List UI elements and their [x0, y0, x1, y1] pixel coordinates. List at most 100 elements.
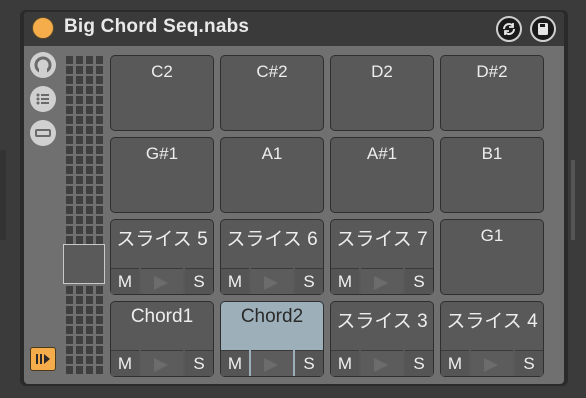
play-chains-icon: [36, 354, 50, 364]
mute-button[interactable]: M: [331, 350, 359, 376]
pad-label: C2: [151, 62, 173, 81]
overview-cell: [96, 116, 103, 124]
overview-cell: [86, 366, 93, 374]
drum-pad[interactable]: Chord1 M S: [110, 301, 214, 377]
drum-pad[interactable]: C2: [110, 55, 214, 131]
overview-cell: [86, 116, 93, 124]
play-icon: [264, 358, 278, 372]
preview-play-button[interactable]: [141, 268, 183, 294]
save-button[interactable]: [530, 16, 556, 42]
mute-button[interactable]: M: [221, 350, 249, 376]
pad-controls: MS: [221, 266, 323, 294]
mute-button[interactable]: M: [331, 268, 359, 294]
overview-cell: [86, 86, 93, 94]
macro-dial-button[interactable]: [30, 52, 56, 78]
overview-cell: [86, 156, 93, 164]
overview-cell: [66, 196, 73, 204]
overview-cell: [66, 76, 73, 84]
refresh-button[interactable]: [496, 16, 522, 42]
right-scrollbar[interactable]: [571, 160, 575, 240]
pad-label: Chord2: [240, 306, 304, 327]
overview-cell: [66, 346, 73, 354]
solo-button[interactable]: S: [295, 350, 323, 376]
show-chains-button[interactable]: [30, 347, 56, 371]
pad-label: C#2: [256, 62, 288, 81]
overview-cell: [96, 56, 103, 64]
drum-pad[interactable]: A1: [220, 137, 324, 213]
solo-button[interactable]: S: [185, 268, 213, 294]
overview-cell: [76, 236, 83, 244]
drum-pad[interactable]: G1: [440, 219, 544, 295]
pad-label: A#1: [366, 144, 398, 163]
solo-button[interactable]: S: [405, 350, 433, 376]
drum-pad[interactable]: C#2: [220, 55, 324, 131]
mute-button[interactable]: M: [441, 350, 469, 376]
overview-cell: [76, 116, 83, 124]
list-icon: [36, 93, 49, 105]
collapse-button[interactable]: [30, 120, 56, 146]
preview-play-button[interactable]: [361, 268, 403, 294]
overview-cell: [96, 206, 103, 214]
overview-cell: [86, 216, 93, 224]
overview-cell: [96, 196, 103, 204]
pad-label: スライス 4: [446, 311, 538, 332]
preview-play-button[interactable]: [251, 350, 293, 376]
drum-pad[interactable]: B1: [440, 137, 544, 213]
solo-button[interactable]: S: [405, 268, 433, 294]
play-icon: [374, 276, 388, 290]
solo-button[interactable]: S: [515, 350, 543, 376]
preview-play-button[interactable]: [471, 350, 513, 376]
overview-cell: [76, 136, 83, 144]
overview-cell: [86, 326, 93, 334]
overview-cell: [76, 76, 83, 84]
drum-pad[interactable]: G#1: [110, 137, 214, 213]
solo-button[interactable]: S: [185, 350, 213, 376]
mute-button[interactable]: M: [221, 268, 249, 294]
overview-cell: [96, 216, 103, 224]
overview-cell: [86, 166, 93, 174]
overview-cell: [96, 156, 103, 164]
pad-controls: MS: [441, 348, 543, 376]
overview-cell: [96, 166, 103, 174]
drum-pad[interactable]: スライス 7MS: [330, 219, 434, 295]
overview-cell: [66, 296, 73, 304]
device-activator-toggle[interactable]: [32, 17, 54, 39]
overview-cell: [96, 326, 103, 334]
mute-button[interactable]: M: [111, 268, 139, 294]
pad-label: スライス 3: [336, 311, 428, 332]
overview-cell: [66, 226, 73, 234]
overview-cell: [76, 286, 83, 294]
overview-cell: [86, 66, 93, 74]
overview-cell: [76, 146, 83, 154]
pad-label: G1: [480, 226, 504, 245]
overview-cell: [66, 236, 73, 244]
pad-overview-selection[interactable]: [63, 244, 105, 284]
mute-button[interactable]: M: [111, 350, 139, 376]
solo-button[interactable]: S: [295, 268, 323, 294]
pad-label: スライス 5: [116, 229, 208, 250]
overview-cell: [96, 316, 103, 324]
preview-play-button[interactable]: [141, 350, 183, 376]
drum-pad[interactable]: スライス 4MS: [440, 301, 544, 377]
overview-cell: [76, 206, 83, 214]
chain-list-button[interactable]: [30, 86, 56, 112]
overview-cell: [86, 186, 93, 194]
drum-pad[interactable]: A#1: [330, 137, 434, 213]
drum-pad[interactable]: Chord2 M S: [220, 301, 324, 377]
overview-cell: [66, 136, 73, 144]
overview-cell: [86, 236, 93, 244]
overview-cell: [76, 106, 83, 114]
overview-cell: [86, 316, 93, 324]
device-title[interactable]: Big Chord Seq.nabs: [64, 16, 249, 38]
drum-pad[interactable]: スライス 5 M S: [110, 219, 214, 295]
drum-pad[interactable]: スライス 3 M S: [330, 301, 434, 377]
drum-pad[interactable]: D2: [330, 55, 434, 131]
preview-play-button[interactable]: [251, 268, 293, 294]
overview-cell: [76, 66, 83, 74]
pad-overview-grid[interactable]: [64, 56, 106, 378]
drum-pad[interactable]: スライス 6MS: [220, 219, 324, 295]
overview-cell: [66, 286, 73, 294]
play-icon: [154, 358, 168, 372]
preview-play-button[interactable]: [361, 350, 403, 376]
drum-pad[interactable]: D#2: [440, 55, 544, 131]
